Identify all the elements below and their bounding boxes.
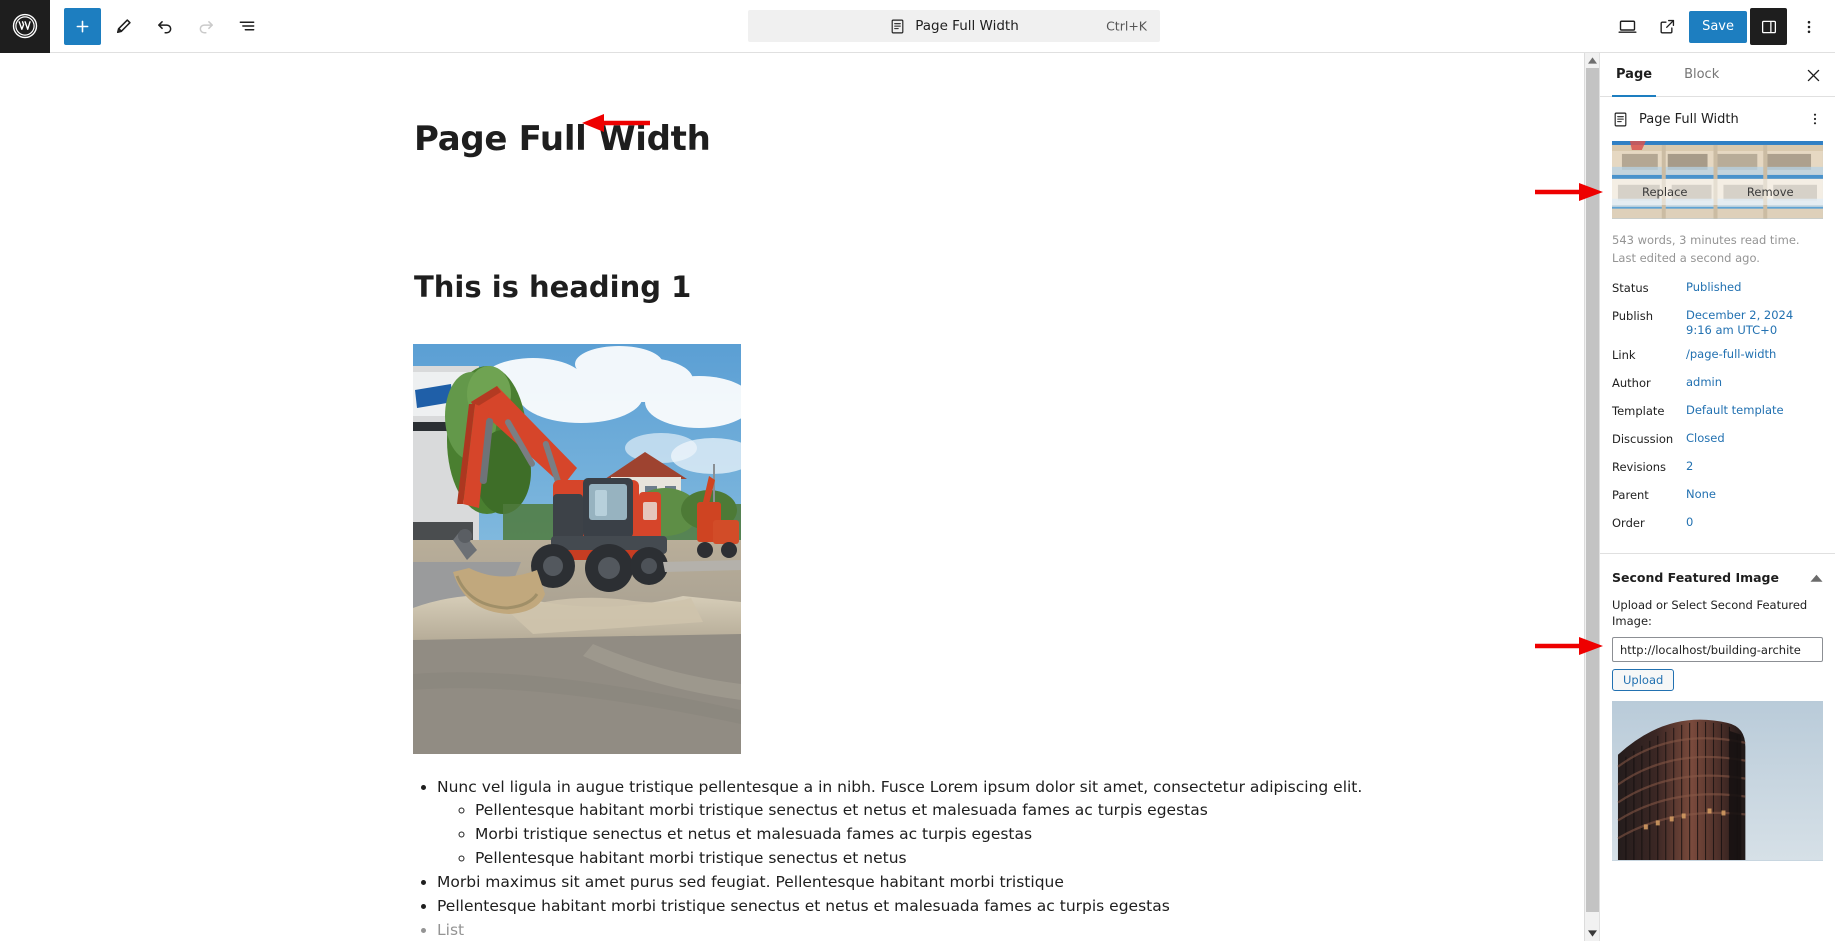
heading-block[interactable]: This is heading 1 — [414, 270, 691, 304]
save-button[interactable]: Save — [1689, 10, 1747, 43]
second-featured-image-panel-body: Upload or Select Second Featured Image: … — [1600, 597, 1835, 862]
list-item-text: Nunc vel ligula in augue tristique pelle… — [437, 778, 1363, 796]
list-item[interactable]: Morbi maximus sit amet purus sed feugiat… — [437, 871, 1414, 893]
order-row: Order 0 — [1612, 511, 1823, 539]
word-count: 543 words, 3 minutes read time. — [1612, 233, 1800, 247]
discussion-row-label: Discussion — [1612, 431, 1674, 446]
tab-block-label: Block — [1684, 67, 1720, 82]
revisions-row-label: Revisions — [1612, 459, 1667, 474]
publish-row: Publish December 2, 2024 9:16 am UTC+0 — [1612, 304, 1823, 343]
page-document-icon — [889, 18, 906, 35]
chevron-up-icon[interactable] — [1810, 568, 1823, 587]
list-item[interactable]: Nunc vel ligula in augue tristique pelle… — [437, 776, 1414, 869]
nested-list-item-text: Pellentesque habitant morbi tristique se… — [475, 849, 907, 867]
order-row-value[interactable]: 0 — [1686, 515, 1693, 531]
scroll-down-arrow-icon[interactable] — [1585, 926, 1600, 941]
list-item-text: Pellentesque habitant morbi tristique se… — [437, 897, 1170, 915]
sidebar-panel-icon[interactable] — [1750, 8, 1787, 45]
post-stats: 543 words, 3 minutes read time. Last edi… — [1600, 219, 1835, 268]
sidebar-document-name: Page Full Width — [1639, 111, 1739, 127]
editor-canvas[interactable]: Page Full Width This is heading 1 • Nunc… — [0, 53, 1599, 941]
image-block-excavator[interactable] — [413, 344, 741, 754]
editor-scrollbar-thumb[interactable] — [1586, 68, 1599, 912]
nested-list-item-text: Morbi tristique senectus et netus et mal… — [475, 825, 1033, 843]
document-bar-shortcut: Ctrl+K — [1106, 18, 1147, 34]
bullet-list: Nunc vel ligula in augue tristique pelle… — [414, 776, 1414, 941]
second-featured-image-panel-header[interactable]: Second Featured Image — [1600, 554, 1835, 597]
document-bar[interactable]: Page Full Width Ctrl+K — [748, 10, 1160, 42]
publish-row-label: Publish — [1612, 308, 1653, 323]
add-block-button[interactable] — [64, 7, 101, 45]
nested-list-item[interactable]: Morbi tristique senectus et netus et mal… — [475, 823, 1414, 845]
page-settings-rows: Status Published Publish December 2, 2024 9:… — [1600, 268, 1835, 539]
discussion-row: Discussion Closed — [1612, 427, 1823, 455]
featured-image[interactable]: Replace Remove — [1612, 141, 1823, 219]
tab-page[interactable]: Page — [1600, 53, 1668, 97]
parent-row-value[interactable]: None — [1686, 487, 1716, 503]
editor-scrollbar[interactable] — [1584, 53, 1599, 941]
list-item-text: List — [437, 921, 465, 939]
toolbar-tools-group — [50, 7, 265, 45]
close-icon[interactable] — [1797, 59, 1829, 91]
nested-list-item[interactable]: Pellentesque habitant morbi tristique se… — [475, 847, 1414, 869]
revisions-row: Revisions 2 — [1612, 455, 1823, 483]
link-row-label: Link — [1612, 347, 1636, 362]
page-document-icon — [1612, 111, 1629, 128]
editor-top-toolbar: Page Full Width Ctrl+K Save — [0, 0, 1835, 53]
nested-list-item-text: Pellentesque habitant morbi tristique se… — [475, 801, 1208, 819]
desktop-icon[interactable] — [1609, 8, 1646, 45]
document-overview-button[interactable] — [228, 8, 265, 45]
remove-image-button[interactable]: Remove — [1717, 179, 1823, 205]
wordpress-block-editor: Page Full Width Ctrl+K Save Page Full Wi… — [0, 0, 1835, 941]
template-row-label: Template — [1612, 403, 1665, 418]
template-row: Template Default template — [1612, 399, 1823, 427]
sidebar-document-row[interactable]: Page Full Width — [1600, 97, 1835, 141]
document-bar-title: Page Full Width — [915, 18, 1019, 34]
nested-bullet-list: Pellentesque habitant morbi tristique se… — [437, 799, 1414, 869]
kebab-menu-icon[interactable] — [1803, 107, 1827, 131]
wordpress-logo-icon[interactable] — [0, 0, 50, 53]
featured-image-actions: Replace Remove — [1612, 179, 1823, 205]
external-link-icon[interactable] — [1649, 8, 1686, 45]
template-row-value[interactable]: Default template — [1686, 403, 1784, 419]
second-image-field-label: Upload or Select Second Featured Image: — [1612, 597, 1808, 629]
status-row-label: Status — [1612, 280, 1649, 295]
author-row-label: Author — [1612, 375, 1651, 390]
link-row: Link/page-full-width — [1612, 343, 1823, 371]
settings-sidebar: Page Block Page Full Width Replace Remov… — [1599, 53, 1835, 941]
scroll-up-arrow-icon[interactable] — [1585, 53, 1600, 68]
upload-button[interactable]: Upload — [1612, 669, 1675, 692]
kebab-menu-icon[interactable] — [1790, 8, 1827, 45]
author-row-value[interactable]: admin — [1686, 375, 1722, 391]
order-row-label: Order — [1612, 515, 1645, 530]
discussion-row-value[interactable]: Closed — [1686, 431, 1725, 447]
list-item-text: Morbi maximus sit amet purus sed feugiat… — [437, 873, 1064, 891]
link-row-value[interactable]: /page-full-width — [1686, 347, 1776, 363]
list-block[interactable]: Nunc vel ligula in augue tristique pelle… — [414, 776, 1414, 941]
page-title[interactable]: Page Full Width — [414, 120, 711, 158]
list-item[interactable]: List — [437, 919, 1414, 941]
status-row-value[interactable]: Published — [1686, 280, 1741, 296]
replace-image-button[interactable]: Replace — [1612, 179, 1718, 205]
parent-row-label: Parent — [1612, 487, 1649, 502]
list-item[interactable]: Pellentesque habitant morbi tristique se… — [437, 895, 1414, 917]
publish-row-value[interactable]: December 2, 2024 9:16 am UTC+0 — [1686, 308, 1793, 339]
second-image-url-input[interactable] — [1612, 637, 1823, 663]
edit-tool-button[interactable] — [105, 8, 142, 45]
tab-block[interactable]: Block — [1668, 53, 1735, 96]
nested-list-item[interactable]: Pellentesque habitant morbi tristique se… — [475, 799, 1414, 821]
toolbar-right-group: Save — [1609, 0, 1827, 53]
redo-button[interactable] — [187, 8, 224, 45]
status-row: Status Published — [1612, 276, 1823, 304]
last-edited: Last edited a second ago. — [1612, 251, 1760, 266]
panel-title: Second Featured Image — [1612, 569, 1779, 585]
author-row: Author admin — [1612, 371, 1823, 399]
parent-row: Parent None — [1612, 483, 1823, 511]
second-featured-image-preview[interactable] — [1612, 701, 1823, 862]
undo-button[interactable] — [146, 8, 183, 45]
tab-page-label: Page — [1616, 67, 1653, 82]
revisions-row-value[interactable]: 2 — [1686, 459, 1693, 475]
sidebar-tabs: Page Block — [1600, 53, 1835, 97]
